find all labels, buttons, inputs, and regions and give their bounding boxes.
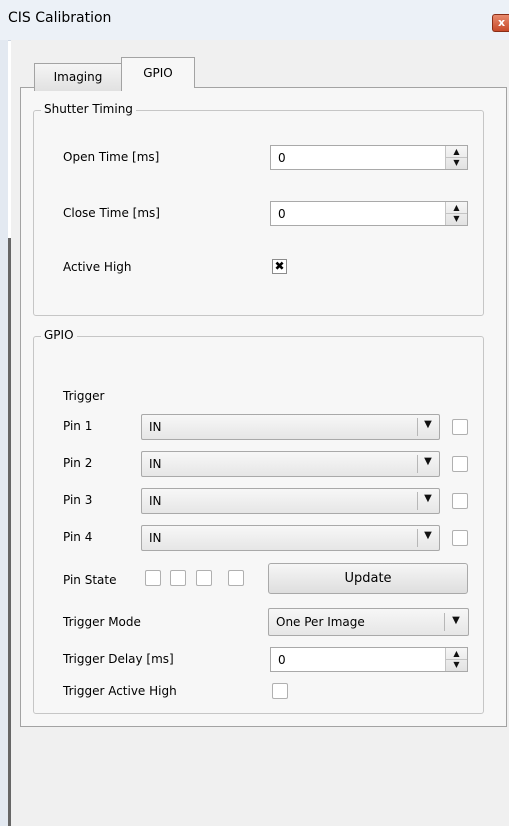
trigger-mode-label: Trigger Mode: [63, 615, 141, 629]
pin-2-value: IN: [149, 457, 162, 471]
trigger-delay-value: 0: [278, 653, 286, 667]
pin-4-combo[interactable]: IN ▼: [141, 525, 440, 551]
open-time-value: 0: [278, 151, 286, 165]
title-bar: CIS Calibration x: [0, 0, 509, 41]
chevron-down-icon: ▼: [424, 456, 432, 467]
trigger-active-high-checkbox[interactable]: [272, 683, 288, 699]
close-time-label: Close Time [ms]: [63, 206, 160, 220]
pin-state-indicator-1: [145, 570, 161, 586]
chevron-down-icon: ▼: [424, 419, 432, 430]
active-high-label: Active High: [63, 260, 132, 274]
chevron-down-icon: ▼: [424, 530, 432, 541]
close-time-value: 0: [278, 207, 286, 221]
trigger-header: Trigger: [63, 389, 105, 403]
open-time-label: Open Time [ms]: [63, 150, 160, 164]
window-title: CIS Calibration: [8, 10, 112, 26]
combo-separator: [444, 613, 445, 631]
trigger-delay-label: Trigger Delay [ms]: [63, 652, 174, 666]
pin-3-combo[interactable]: IN ▼: [141, 488, 440, 514]
trigger-active-high-label: Trigger Active High: [63, 684, 177, 698]
pin-1-checkbox[interactable]: [452, 419, 468, 435]
chevron-down-icon: ▼: [424, 493, 432, 504]
shutter-timing-title: Shutter Timing: [41, 102, 136, 116]
pin-2-checkbox[interactable]: [452, 456, 468, 472]
close-icon: x: [497, 16, 506, 29]
pin-state-label: Pin State: [63, 573, 117, 587]
pin-state-indicator-2: [170, 570, 186, 586]
tab-gpio[interactable]: GPIO: [121, 57, 195, 88]
spin-down-icon[interactable]: ▼: [446, 213, 467, 224]
combo-separator: [417, 492, 418, 510]
pin-4-value: IN: [149, 531, 162, 545]
combo-separator: [417, 418, 418, 436]
pin-2-combo[interactable]: IN ▼: [141, 451, 440, 477]
active-high-checkbox[interactable]: ✖: [272, 259, 287, 274]
window-frame-line: [8, 238, 11, 826]
trigger-delay-spin-buttons: ▲ ▼: [445, 648, 467, 671]
pin-4-checkbox[interactable]: [452, 530, 468, 546]
trigger-mode-value: One Per Image: [276, 615, 365, 629]
pin-3-checkbox[interactable]: [452, 493, 468, 509]
close-time-spinbox[interactable]: 0 ▲ ▼: [270, 201, 468, 226]
trigger-delay-spinbox[interactable]: 0 ▲ ▼: [270, 647, 468, 672]
pin-3-label: Pin 3: [63, 493, 93, 507]
pin-1-combo[interactable]: IN ▼: [141, 414, 440, 440]
spin-down-icon[interactable]: ▼: [446, 157, 467, 168]
pin-1-label: Pin 1: [63, 419, 93, 433]
tab-imaging[interactable]: Imaging: [34, 63, 122, 91]
close-time-spin-buttons: ▲ ▼: [445, 202, 467, 225]
gpio-group-title: GPIO: [41, 328, 77, 342]
open-time-spin-buttons: ▲ ▼: [445, 146, 467, 169]
pin-1-value: IN: [149, 420, 162, 434]
chevron-down-icon: ▼: [452, 615, 460, 626]
window-frame-left: [0, 40, 8, 826]
pin-3-value: IN: [149, 494, 162, 508]
combo-separator: [417, 529, 418, 547]
combo-separator: [417, 455, 418, 473]
checkmark-x-icon: ✖: [274, 259, 285, 273]
pin-2-label: Pin 2: [63, 456, 93, 470]
open-time-spinbox[interactable]: 0 ▲ ▼: [270, 145, 468, 170]
pin-state-indicator-4: [228, 570, 244, 586]
pin-state-indicator-3: [196, 570, 212, 586]
close-button[interactable]: x: [492, 14, 509, 32]
spin-down-icon[interactable]: ▼: [446, 659, 467, 670]
pin-4-label: Pin 4: [63, 530, 93, 544]
update-button[interactable]: Update: [268, 563, 468, 594]
trigger-mode-combo[interactable]: One Per Image ▼: [268, 608, 469, 636]
